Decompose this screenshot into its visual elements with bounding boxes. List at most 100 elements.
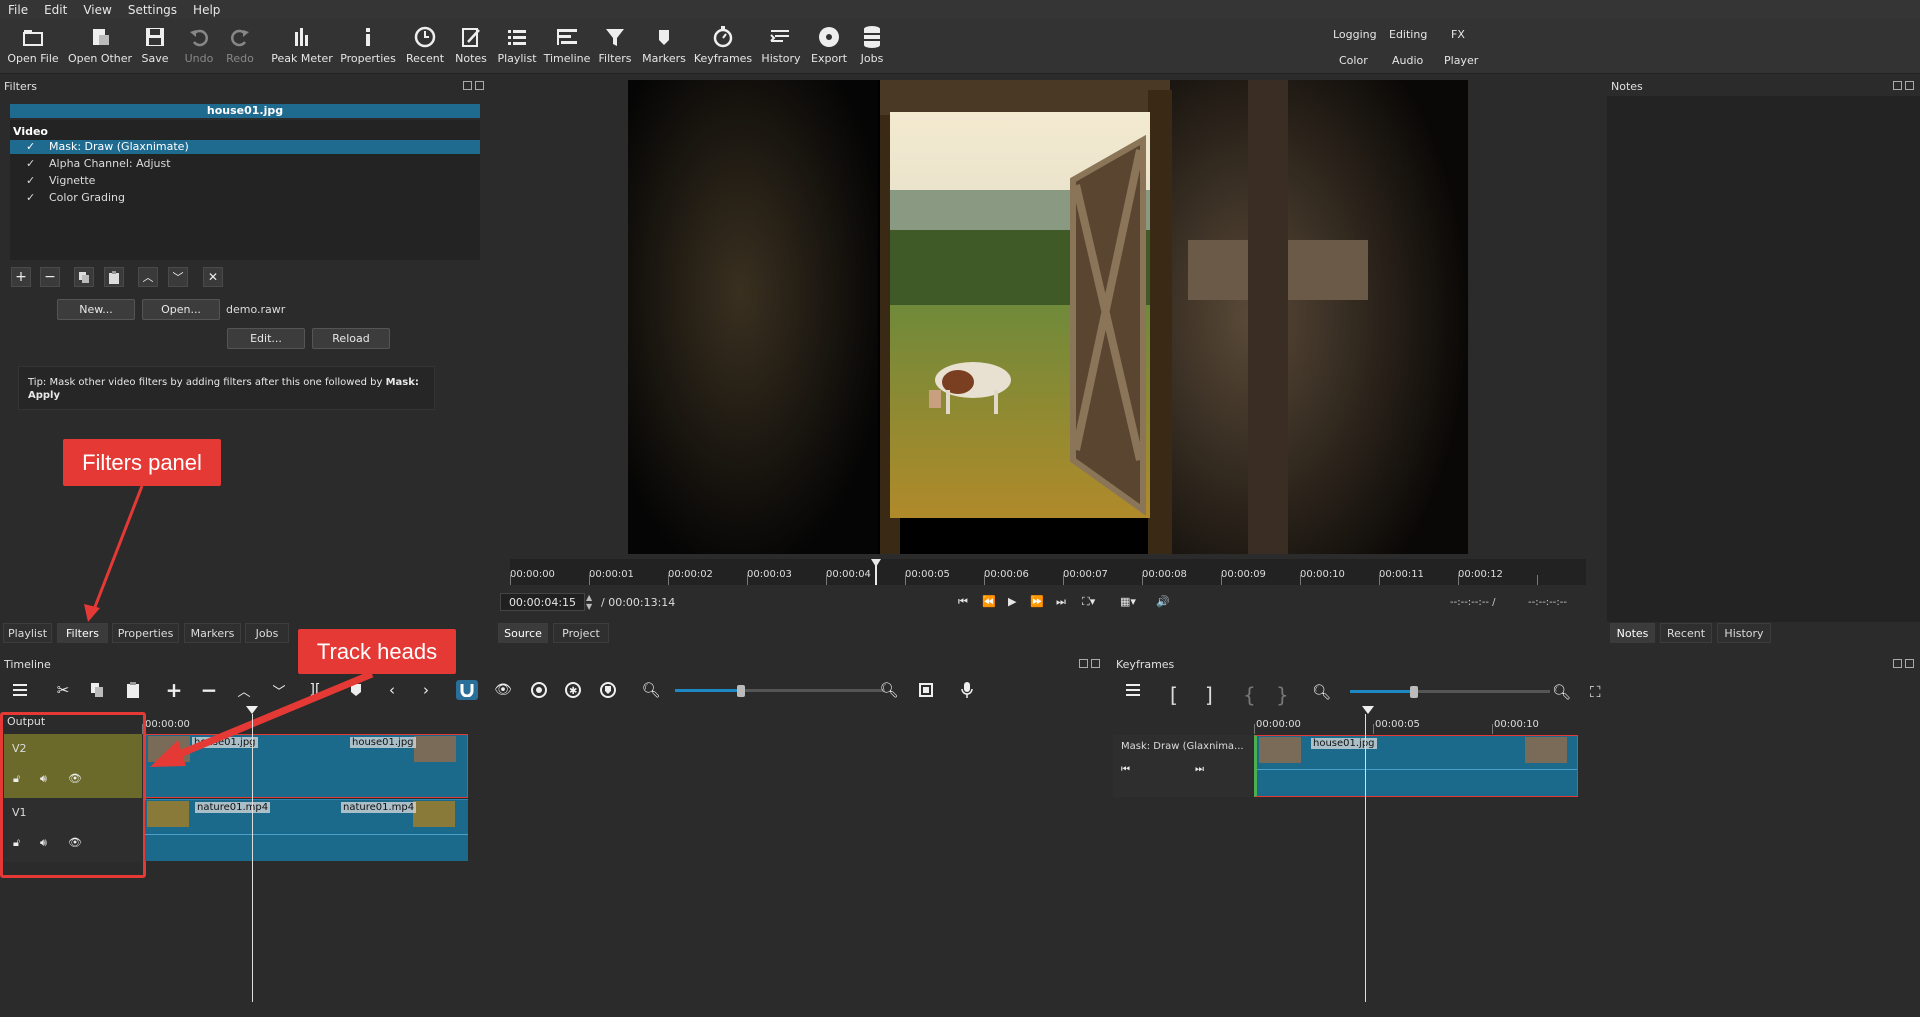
menu-view[interactable]: View [75,3,119,17]
set-out-bracket-icon[interactable]: ] [1205,683,1213,707]
keyframe-clip[interactable]: house01.jpg [1254,735,1578,797]
timeline-clip[interactable]: house01.jpg house01.jpg [145,734,468,798]
previous-keyframe-icon[interactable]: ⏮ [1121,764,1130,775]
tab-jobs[interactable]: Jobs [245,623,289,643]
filter-item[interactable]: ✓ Vignette [10,174,480,188]
set-filter-in-brace-icon[interactable]: { [1243,683,1256,707]
paste-filters-button[interactable] [104,267,124,287]
kf-zoom-in-icon[interactable]: 🔍︎ [1552,683,1571,701]
layout-editing-button[interactable]: Editing [1389,28,1427,41]
float-icon[interactable] [1893,81,1902,90]
tab-markers[interactable]: Markers [184,623,241,643]
filter-enabled-checkbox[interactable]: ✓ [26,157,35,171]
timeline-button[interactable]: Timeline [544,22,590,72]
close-icon[interactable] [475,81,484,90]
menu-settings[interactable]: Settings [120,3,185,17]
filter-item[interactable]: ✓ Mask: Draw (Glaxnimate) [10,140,480,154]
filter-enabled-checkbox[interactable]: ✓ [26,140,35,154]
cut-button[interactable]: ✂ [52,680,74,700]
tab-project[interactable]: Project [553,623,609,643]
timeline-menu-button[interactable] [9,680,31,700]
keyframes-menu-button[interactable] [1122,680,1144,700]
filter-item[interactable]: ✓ Alpha Channel: Adjust [10,157,480,171]
play-icon[interactable]: ▶ [1008,595,1016,608]
undo-button[interactable]: Undo [184,22,214,72]
filters-panel-controls[interactable] [463,81,487,93]
tab-filters[interactable]: Filters [57,623,108,643]
next-marker-button[interactable]: › [415,680,437,700]
history-button[interactable]: History [761,22,801,72]
current-timecode-input[interactable]: 00:00:04:15 [500,593,585,611]
ripple-button[interactable] [528,680,550,700]
grid-icon[interactable]: ▦▾ [1120,595,1136,608]
keyframes-ruler[interactable]: 00:00:00 00:00:05 00:00:10 [1254,706,1579,734]
ripple-all-tracks-button[interactable]: ✱ [562,680,584,700]
fast-forward-icon[interactable]: ⏩ [1030,595,1044,608]
filter-enabled-checkbox[interactable]: ✓ [26,174,35,188]
zoom-fit-button[interactable] [915,680,937,700]
jobs-button[interactable]: Jobs [857,22,887,72]
filter-item[interactable]: ✓ Color Grading [10,191,480,205]
rewind-icon[interactable]: ⏪ [982,595,996,608]
set-in-bracket-icon[interactable]: [ [1170,683,1178,707]
layout-logging-button[interactable]: Logging [1333,28,1377,41]
open-mask-button[interactable]: Open... [142,299,220,320]
kf-playhead-head[interactable] [1362,706,1374,716]
deselect-filter-button[interactable]: ✕ [203,267,223,287]
next-keyframe-icon[interactable]: ⏭ [1195,764,1204,775]
notes-panel-controls[interactable] [1893,81,1917,93]
float-icon[interactable] [1079,659,1088,668]
open-other-button[interactable]: Open Other [68,22,132,72]
kf-zoom-out-icon[interactable]: 🔍︎ [1312,683,1331,701]
skip-to-start-icon[interactable]: ⏮ [958,595,968,609]
filters-button[interactable]: Filters [597,22,633,72]
tab-source[interactable]: Source [498,623,548,643]
recent-button[interactable]: Recent [405,22,445,72]
menu-help[interactable]: Help [185,3,228,17]
markers-button[interactable]: Markers [642,22,686,72]
tab-properties[interactable]: Properties [112,623,179,643]
timeline-panel-controls[interactable] [1079,659,1103,671]
keyframes-button[interactable]: Keyframes [694,22,752,72]
tab-notes[interactable]: Notes [1610,623,1655,643]
close-icon[interactable] [1091,659,1100,668]
notes-button[interactable]: Notes [455,22,487,72]
notes-text-area[interactable] [1607,96,1920,622]
keyframes-panel-controls[interactable] [1893,659,1917,671]
split-button[interactable]: ][ [304,680,326,700]
remove-filter-button[interactable]: − [40,267,60,287]
layout-player-button[interactable]: Player [1444,54,1478,67]
peak-meter-button[interactable]: Peak Meter [271,22,333,72]
copy-filters-button[interactable] [74,267,94,287]
zoom-fit-icon[interactable]: ⛶▾ [1082,595,1095,609]
tab-recent[interactable]: Recent [1660,623,1712,643]
snap-toggle-button[interactable] [456,680,478,700]
layout-audio-button[interactable]: Audio [1392,54,1423,67]
timecode-spinner-icon[interactable]: ▲ ▼ [586,593,592,611]
move-filter-down-button[interactable]: ﹀ [168,267,188,287]
redo-button[interactable]: Redo [225,22,255,72]
tab-playlist[interactable]: Playlist [3,623,52,643]
zoom-slider-knob[interactable] [737,685,745,697]
tab-history[interactable]: History [1717,623,1771,643]
overwrite-button[interactable]: ﹀ [268,680,290,700]
set-filter-out-brace-icon[interactable]: } [1276,683,1289,707]
float-icon[interactable] [1893,659,1902,668]
float-icon[interactable] [463,81,472,90]
add-marker-button[interactable] [345,680,367,700]
skip-to-end-icon[interactable]: ⏭ [1056,595,1066,609]
menu-edit[interactable]: Edit [36,3,75,17]
properties-button[interactable]: Properties [340,22,396,72]
edit-mask-button[interactable]: Edit... [227,328,305,349]
reload-mask-button[interactable]: Reload [312,328,390,349]
add-filter-button[interactable]: + [11,267,31,287]
layout-fx-button[interactable]: FX [1451,28,1465,41]
ripple-delete-button[interactable]: − [198,678,220,702]
ripple-markers-button[interactable] [597,680,619,700]
append-button[interactable]: + [163,678,185,702]
new-mask-button[interactable]: New... [57,299,135,320]
close-icon[interactable] [1905,81,1914,90]
viewer-ruler[interactable]: 00:00:00 00:00:01 00:00:02 00:00:03 00:0… [510,559,1586,585]
volume-icon[interactable]: 🔊 [1156,595,1170,608]
viewer-playhead[interactable] [870,559,882,585]
